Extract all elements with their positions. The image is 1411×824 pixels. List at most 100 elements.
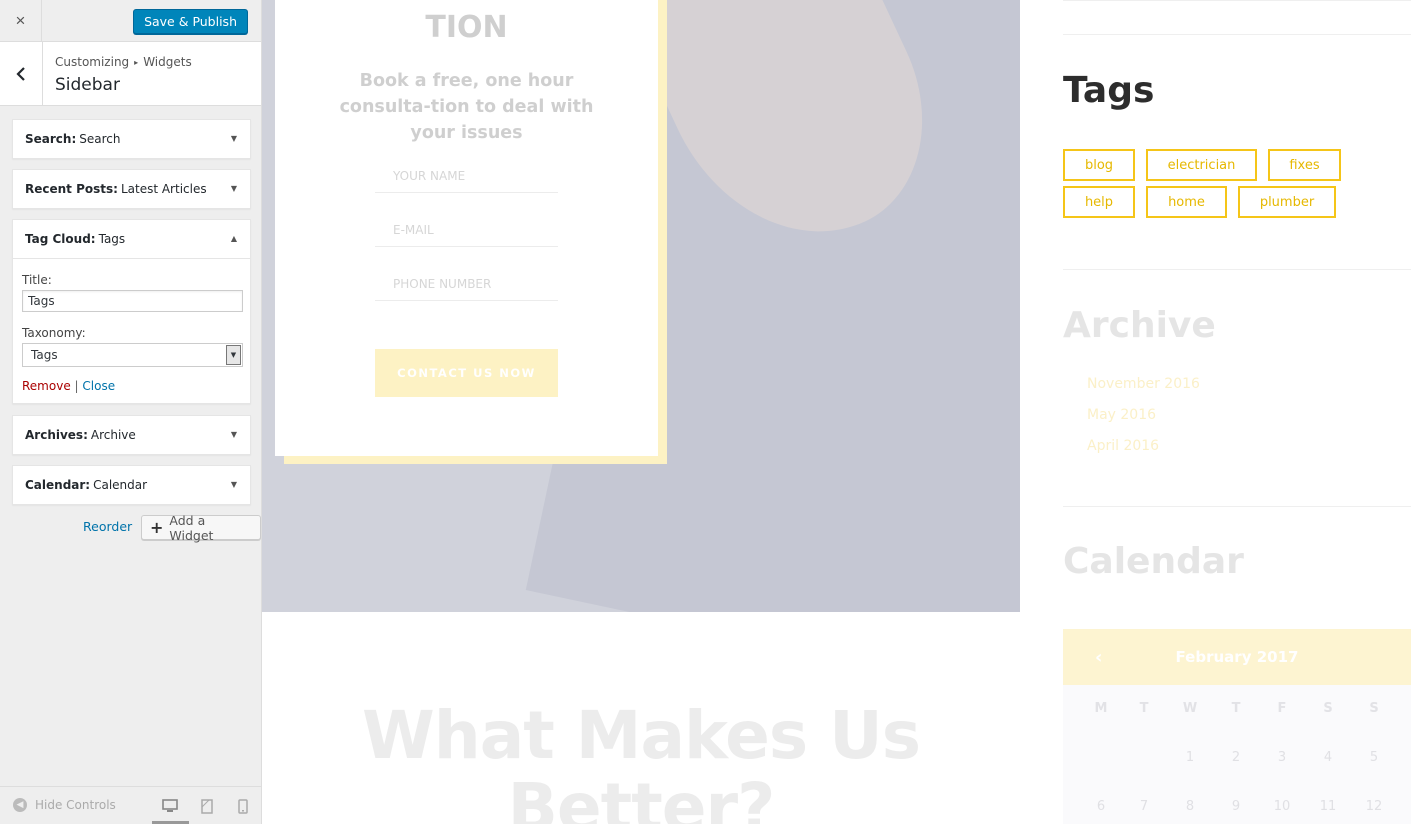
calendar-day[interactable]: 4	[1305, 750, 1351, 765]
breadcrumb-parent: Customizing	[55, 55, 130, 69]
calendar-day[interactable]: 6	[1078, 799, 1124, 814]
customizer-header: × Save & Publish	[0, 0, 261, 42]
weekday-label: T	[1231, 701, 1241, 716]
calendar-grid: M T W T F S S 1 2 3 4 5 6 7 8 9 10 11 12	[1063, 685, 1411, 824]
expand-arrow-icon[interactable]: ▼	[231, 480, 237, 489]
calendar-weekday-row: M T W T F S S	[1063, 701, 1411, 741]
section-title-bar: Customizing ▸ Widgets Sidebar	[0, 42, 261, 106]
expand-arrow-icon[interactable]: ▼	[231, 430, 237, 439]
customizer-footer: ◀ Hide Controls	[0, 786, 261, 824]
expand-arrow-icon[interactable]: ▼	[231, 184, 237, 193]
preview-tablet-button[interactable]	[197, 796, 217, 816]
weekday-label: S	[1323, 701, 1333, 716]
dropdown-arrow-icon[interactable]: ▼	[226, 345, 241, 365]
preview-desktop-button[interactable]	[160, 796, 180, 816]
name-field[interactable]: YOUR NAME	[375, 157, 558, 193]
chevron-left-icon	[16, 66, 25, 81]
customizer-panel: × Save & Publish Customizing ▸ Widgets Sid…	[0, 0, 262, 824]
hide-controls-label: Hide Controls	[35, 798, 116, 812]
consultation-form: TION Book a free, one hour consulta-tion…	[275, 0, 658, 456]
widget-recent-posts: Recent Posts: Latest Articles ▼	[12, 169, 251, 209]
hero-image: TION Book a free, one hour consulta-tion…	[262, 0, 1020, 612]
add-widget-label: Add a Widget	[169, 512, 214, 543]
plus-icon: +	[150, 518, 164, 537]
widget-header[interactable]: Recent Posts: Latest Articles ▼	[13, 170, 250, 208]
tags-widget-title: Tags	[1063, 70, 1155, 111]
divider	[1063, 506, 1411, 507]
reorder-link[interactable]: Reorder	[83, 519, 132, 534]
title-input[interactable]	[22, 290, 243, 312]
form-title: TION	[425, 10, 508, 45]
calendar-day[interactable]: 7	[1121, 799, 1167, 814]
divider	[1063, 0, 1411, 1]
widget-type: Calendar:	[25, 478, 91, 492]
widget-title: Tags	[98, 232, 126, 246]
title-label: Title:	[22, 273, 52, 287]
tag-link[interactable]: electrician	[1146, 149, 1257, 181]
widget-header[interactable]: Calendar: Calendar ▼	[13, 466, 250, 504]
tag-link[interactable]: fixes	[1268, 149, 1341, 181]
calendar-week-row: 1 2 3 4 5	[1063, 750, 1411, 790]
save-publish-button[interactable]: Save & Publish	[133, 9, 248, 34]
widget-calendar: Calendar: Calendar ▼	[12, 465, 251, 505]
widget-header[interactable]: Tag Cloud: Tags ▲	[13, 220, 250, 258]
calendar-day[interactable]: 9	[1213, 799, 1259, 814]
desktop-icon	[162, 799, 178, 812]
preview-mobile-button[interactable]	[233, 796, 253, 816]
calendar-day[interactable]: 3	[1259, 750, 1305, 765]
widget-header[interactable]: Archives: Archive ▼	[13, 416, 250, 454]
contact-us-button[interactable]: CONTACT US NOW	[375, 349, 558, 397]
archive-widget-title: Archive	[1063, 305, 1216, 346]
calendar-day[interactable]: 10	[1259, 799, 1305, 814]
expand-arrow-icon[interactable]: ▼	[231, 134, 237, 143]
close-customizer-button[interactable]: ×	[0, 0, 42, 42]
weekday-label: T	[1139, 701, 1149, 716]
action-separator: |	[74, 379, 79, 393]
breadcrumb-current: Widgets	[143, 55, 192, 69]
form-subtitle: Book a free, one hour consulta-tion to d…	[339, 71, 594, 143]
taxonomy-select[interactable]: Tags ▼	[22, 343, 243, 367]
breadcrumb-separator: ▸	[134, 58, 139, 67]
calendar-day[interactable]: 11	[1305, 799, 1351, 814]
archive-link[interactable]: May 2016	[1087, 407, 1156, 423]
calendar-week-row: 6 7 8 9 10 11 12	[1063, 799, 1411, 824]
back-button[interactable]	[0, 42, 43, 105]
archive-link[interactable]: November 2016	[1087, 376, 1200, 392]
tag-link[interactable]: plumber	[1238, 186, 1336, 218]
taxonomy-selected-value: Tags	[31, 348, 58, 362]
collapse-circle-icon: ◀	[13, 798, 27, 812]
widget-search: Search: Search ▼	[12, 119, 251, 159]
widget-tag-cloud: Tag Cloud:Tags ▲ Title: Taxonomy: Tags ▼…	[12, 219, 251, 404]
widget-title: Latest Articles	[120, 182, 207, 196]
tag-link[interactable]: home	[1146, 186, 1227, 218]
calendar-widget-title: Calendar	[1063, 541, 1244, 582]
calendar-day[interactable]: 1	[1167, 750, 1213, 765]
calendar-day[interactable]: 5	[1351, 750, 1397, 765]
widget-type: Search:	[25, 132, 77, 146]
calendar-day[interactable]: 8	[1167, 799, 1213, 814]
close-widget-link[interactable]: Close	[82, 379, 115, 393]
widget-actions: Remove | Close	[22, 379, 241, 393]
tag-link[interactable]: blog	[1063, 149, 1135, 181]
mobile-icon	[238, 798, 248, 814]
taxonomy-label: Taxonomy:	[22, 326, 86, 340]
hide-controls-button[interactable]: ◀ Hide Controls	[13, 798, 116, 812]
breadcrumb: Customizing ▸ Widgets	[55, 55, 192, 69]
widget-type: Tag Cloud:	[25, 232, 96, 246]
divider	[1063, 34, 1411, 35]
email-field[interactable]: E-MAIL	[375, 211, 558, 247]
calendar-day[interactable]: 12	[1351, 799, 1397, 814]
widget-header[interactable]: Search: Search ▼	[13, 120, 250, 158]
widget-type: Archives:	[25, 428, 88, 442]
collapse-arrow-icon[interactable]: ▲	[231, 234, 237, 243]
phone-field[interactable]: PHONE NUMBER	[375, 265, 558, 301]
calendar-day[interactable]: 2	[1213, 750, 1259, 765]
tablet-icon	[201, 798, 213, 814]
add-widget-button[interactable]: + Add a Widget	[141, 512, 261, 543]
calendar-month: February 2017	[1175, 648, 1299, 666]
tag-link[interactable]: help	[1063, 186, 1135, 218]
weekday-label: S	[1369, 701, 1379, 716]
remove-widget-link[interactable]: Remove	[22, 379, 71, 393]
archive-link[interactable]: April 2016	[1087, 438, 1159, 454]
chevron-left-icon[interactable]: ‹	[1095, 647, 1102, 668]
